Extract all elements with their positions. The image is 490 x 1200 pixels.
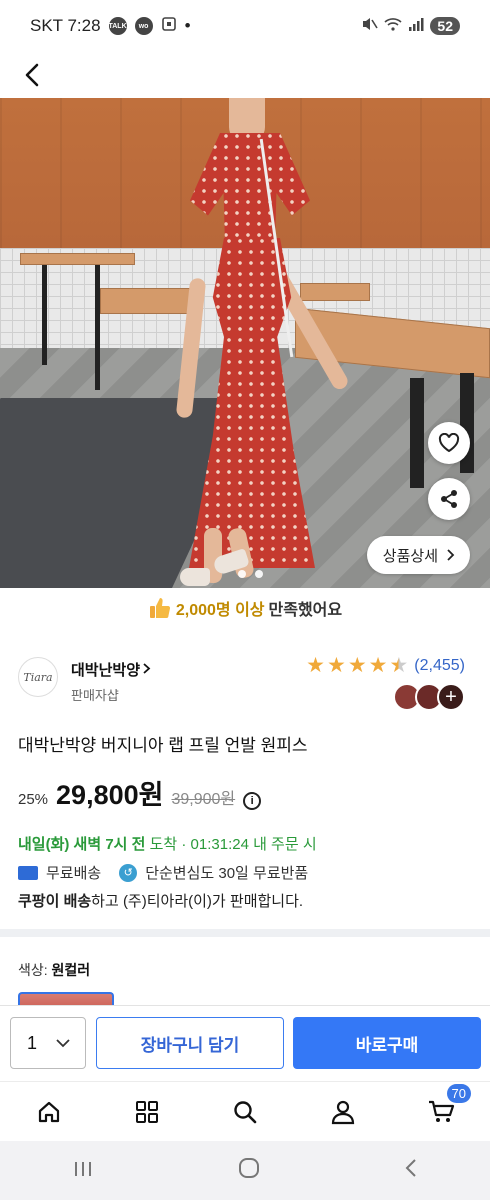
heart-icon (438, 433, 460, 453)
section-divider (0, 929, 490, 937)
shipping-info: 무료배송 ↺ 단순변심도 30일 무료반품 (18, 862, 308, 883)
star-icon: ★ (326, 654, 346, 677)
wo-icon: wo (134, 17, 153, 35)
chevron-right-icon (143, 663, 151, 674)
carousel-dot[interactable] (238, 570, 246, 578)
bottom-navigation: 70 (0, 1081, 490, 1141)
add-to-cart-button[interactable]: 장바구니 담기 (96, 1017, 284, 1069)
share-icon (441, 490, 457, 508)
thumbs-up-icon (148, 596, 172, 620)
back-button[interactable] (18, 60, 48, 90)
quantity-select[interactable]: 1 (10, 1017, 86, 1069)
seller-name-link[interactable]: 대박난박양 (71, 659, 152, 680)
color-option-label: 색상: 원컬러 (18, 962, 91, 978)
truck-icon (18, 865, 38, 880)
signal-icon (408, 16, 424, 36)
talk-icon: TALK (109, 17, 127, 35)
wishlist-button[interactable] (428, 422, 470, 464)
seller-section: Tiara 대박난박양 판매자샵 ★ ★ ★ ★ ★ (2,455) + (18, 655, 473, 711)
seller-logo[interactable]: Tiara (18, 657, 58, 697)
nav-cart[interactable]: 70 (421, 1083, 471, 1132)
system-back-button[interactable] (404, 1158, 418, 1184)
return-policy-label: 단순변심도 30일 무료반품 (145, 865, 309, 882)
product-detail-label: 상품상세 (382, 547, 438, 565)
share-button[interactable] (428, 478, 470, 520)
seller-shop-label: 판매자샵 (71, 688, 119, 703)
system-navigation (0, 1141, 490, 1200)
top-bar (0, 52, 490, 98)
grid-icon (136, 1100, 158, 1123)
info-icon[interactable]: i (243, 792, 262, 810)
sale-price: 29,800원 (56, 780, 164, 810)
half-star-icon: ★ (389, 654, 409, 677)
recent-apps-button[interactable] (72, 1158, 94, 1184)
original-price: 39,900원 (171, 791, 236, 808)
home-icon (38, 1101, 60, 1122)
status-bar: SKT 7:28 TALK wo • 52 (0, 0, 490, 52)
back-arrow-icon (405, 1158, 416, 1177)
cart-icon (429, 1100, 455, 1122)
mute-icon (360, 16, 379, 37)
return-icon: ↺ (119, 863, 138, 882)
free-shipping-label: 무료배송 (46, 865, 102, 882)
buy-now-button[interactable]: 바로구매 (293, 1017, 481, 1069)
chevron-down-icon (56, 1039, 70, 1048)
nav-search[interactable] (225, 1092, 265, 1132)
purchase-action-bar: 1 장바구니 담기 바로구매 (0, 1005, 490, 1081)
search-icon (234, 1100, 257, 1123)
recent-apps-icon (75, 1161, 91, 1176)
star-icon: ★ (347, 654, 367, 677)
color-swatches[interactable]: + (393, 683, 465, 711)
battery-indicator: 52 (430, 17, 460, 35)
satisfaction-count: 2,000명 이상 (175, 602, 265, 619)
price-row: 25% 29,800원 39,900원 i (18, 773, 262, 812)
screenshot-icon (161, 16, 177, 37)
star-icon: ★ (368, 654, 388, 677)
nav-my-page[interactable] (323, 1092, 363, 1132)
nav-home[interactable] (29, 1092, 69, 1132)
seller-notice: 쿠팡이 배송하고 (주)티아라(이)가 판매합니다. (18, 893, 304, 910)
satisfaction-text: 만족했어요 (268, 602, 343, 619)
wifi-icon (384, 16, 402, 36)
chevron-right-icon (447, 549, 455, 561)
quantity-value: 1 (27, 1032, 38, 1053)
delivery-estimate: 내일(화) 새벽 7시 전 도착 · 01:31:24 내 주문 시 (18, 836, 317, 853)
review-count[interactable]: (2,455) (414, 657, 465, 675)
product-title: 대박난박양 버지니아 랩 프릴 언발 원피스 (18, 736, 308, 755)
carousel-dot[interactable] (255, 570, 263, 578)
cart-count-badge: 70 (446, 1083, 471, 1103)
discount-rate: 25% (18, 791, 49, 808)
carousel-indicator (238, 570, 263, 578)
chevron-left-icon (25, 63, 39, 87)
satisfaction-banner: 2,000명 이상 만족했어요 (0, 596, 490, 620)
product-image-carousel[interactable]: 상품상세 (0, 98, 490, 588)
more-swatches-button[interactable]: + (437, 683, 465, 711)
user-icon (331, 1100, 355, 1124)
product-detail-button[interactable]: 상품상세 (366, 536, 470, 574)
home-button[interactable] (238, 1157, 260, 1185)
star-icon: ★ (306, 654, 325, 677)
rating-summary[interactable]: ★ ★ ★ ★ ★ (2,455) (306, 655, 465, 676)
nav-categories[interactable] (127, 1092, 167, 1132)
home-circle-icon (239, 1157, 259, 1178)
status-time: SKT 7:28 (30, 16, 101, 35)
status-dot: • (184, 16, 191, 35)
